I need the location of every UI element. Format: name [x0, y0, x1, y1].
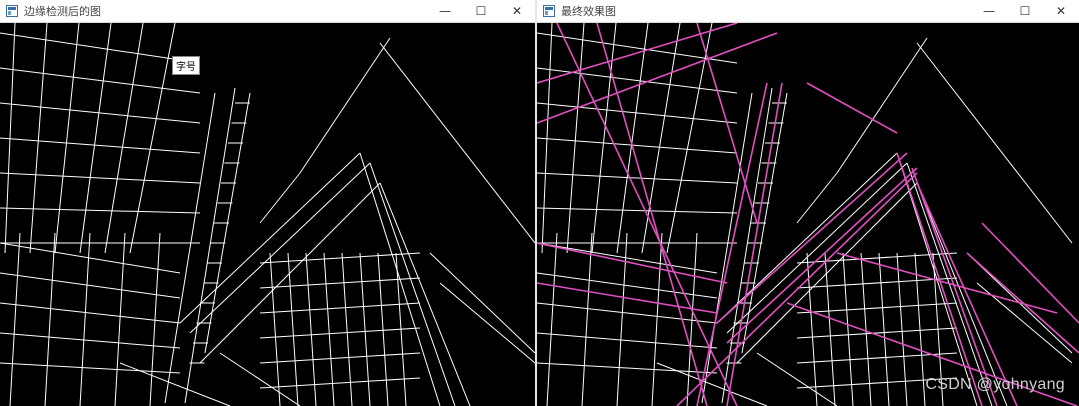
close-button[interactable]: ✕	[1043, 0, 1079, 22]
result-window-titlebar[interactable]: 最终效果图 — ☐ ✕	[537, 0, 1079, 23]
minimize-button[interactable]: —	[971, 0, 1007, 22]
result-window-title: 最终效果图	[561, 5, 616, 18]
maximize-button[interactable]: ☐	[463, 0, 499, 22]
edge-window-title: 边缘检测后的图	[24, 5, 101, 18]
edge-image	[0, 23, 535, 406]
window-app-icon	[6, 5, 18, 17]
close-button[interactable]: ✕	[499, 0, 535, 22]
result-window: 最终效果图 — ☐ ✕ CSDN @yohnyang	[537, 0, 1079, 406]
result-image-svg	[537, 23, 1079, 406]
minimize-button[interactable]: —	[427, 0, 463, 22]
edge-image-svg	[0, 23, 535, 406]
watermark: CSDN @yohnyang	[925, 376, 1065, 393]
edge-window: 边缘检测后的图 — ☐ ✕ 字号	[0, 0, 535, 406]
edge-window-titlebar[interactable]: 边缘检测后的图 — ☐ ✕	[0, 0, 535, 23]
window-app-icon	[543, 5, 555, 17]
tooltip: 字号	[172, 56, 200, 75]
result-image	[537, 23, 1079, 406]
maximize-button[interactable]: ☐	[1007, 0, 1043, 22]
